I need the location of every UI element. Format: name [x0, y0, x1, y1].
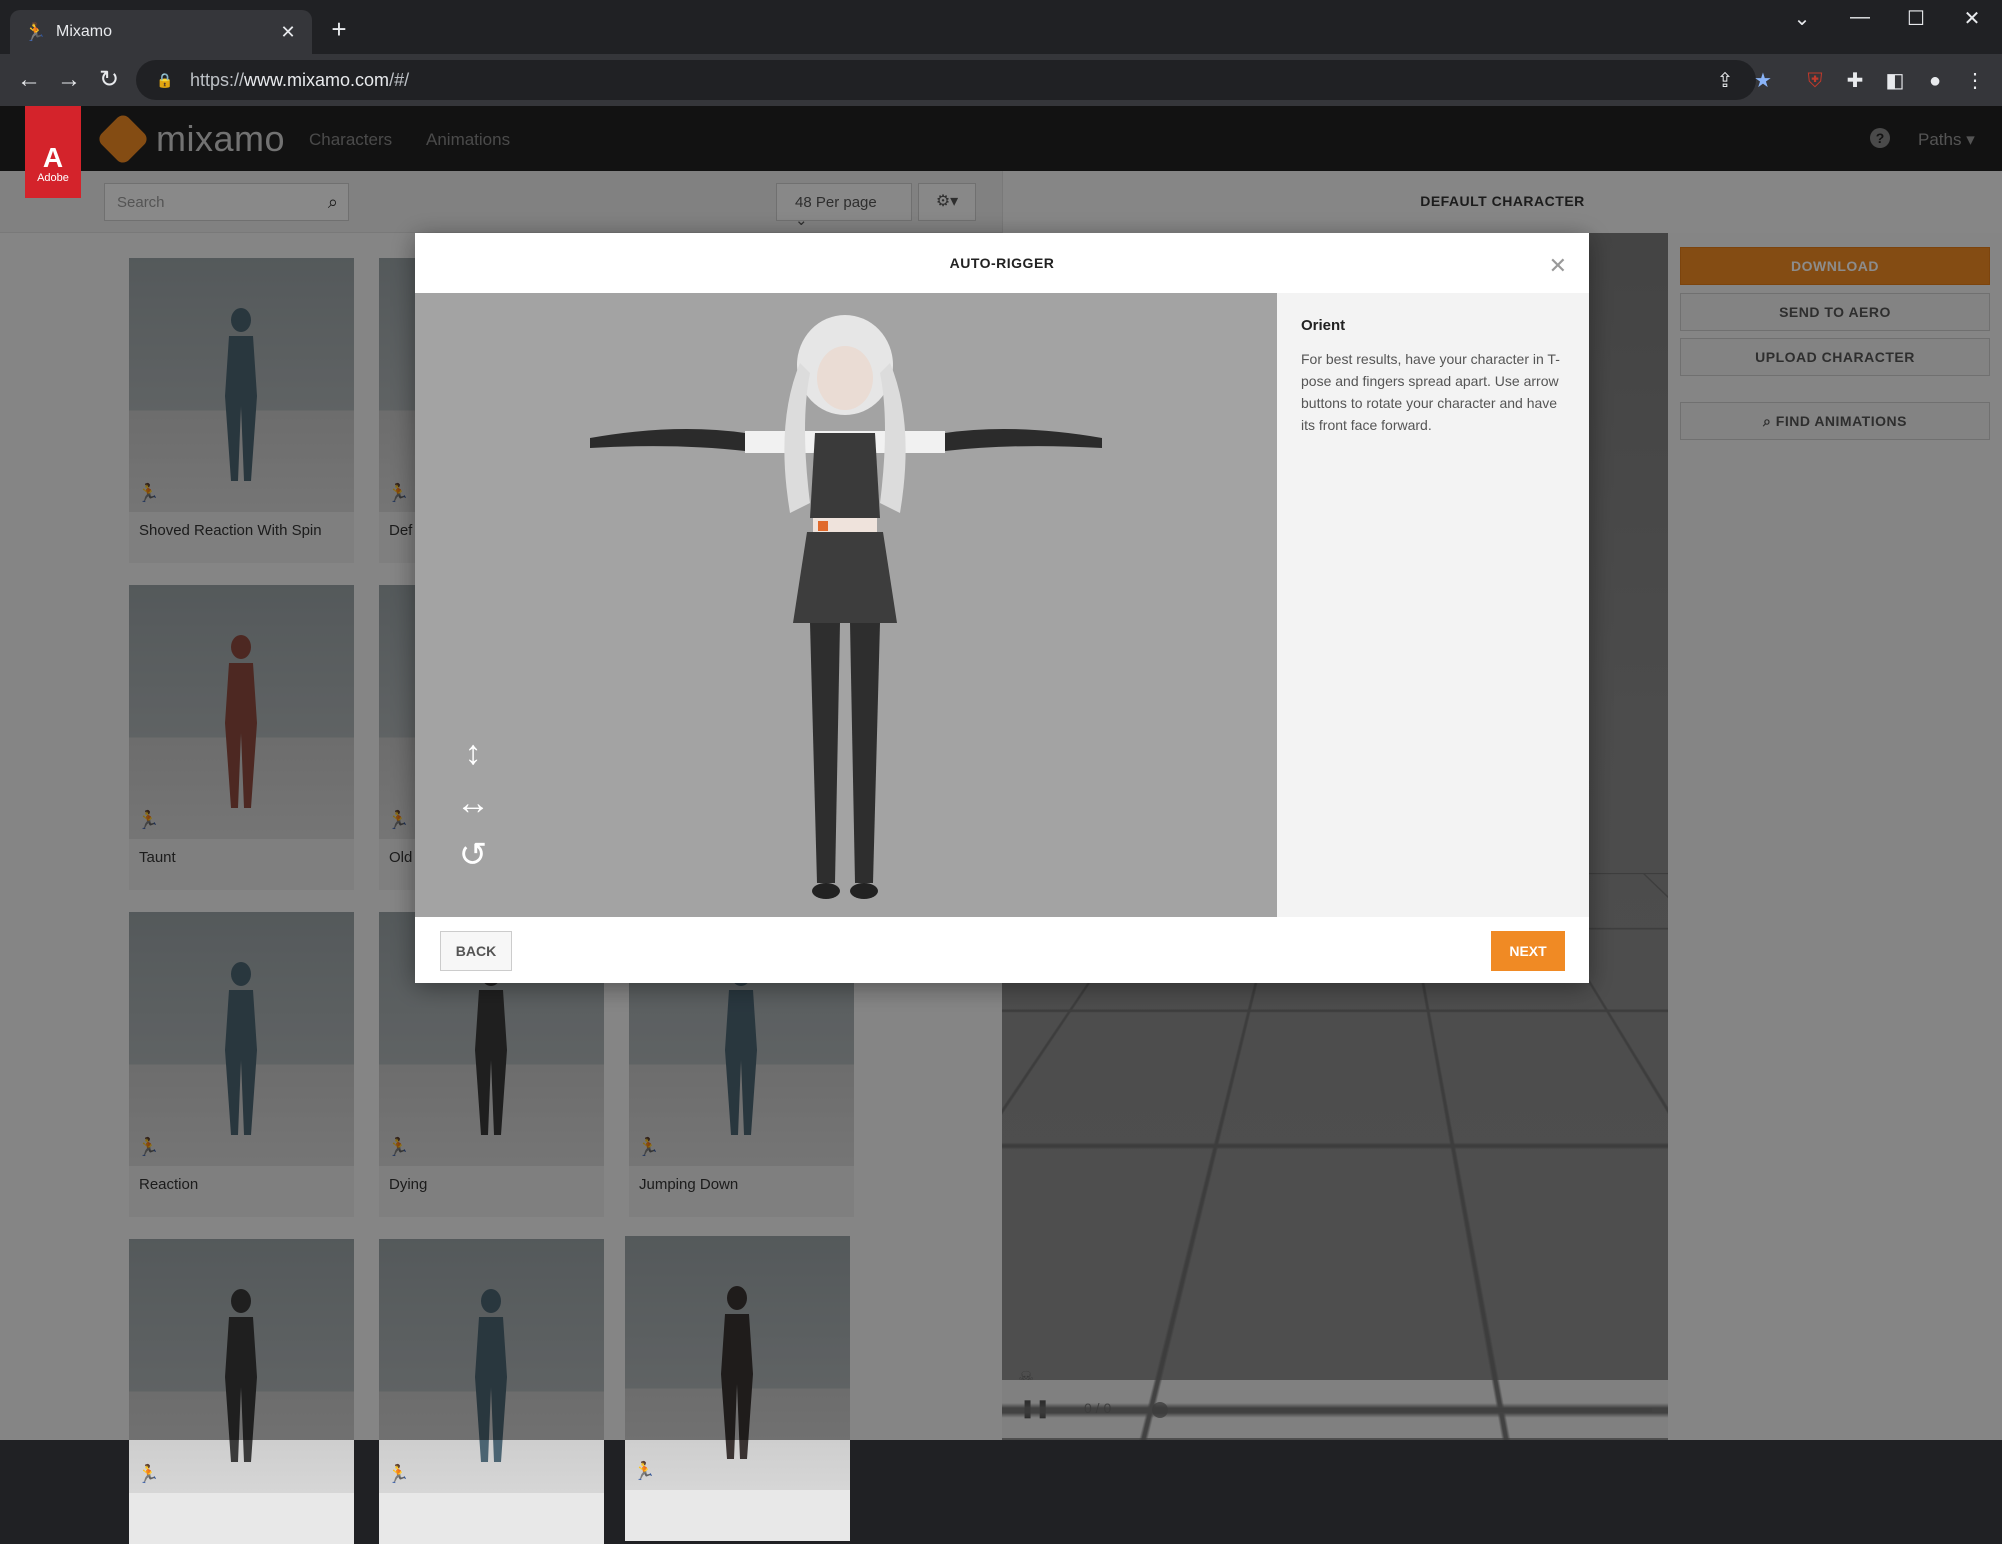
close-window-icon[interactable]: ✕ — [1952, 6, 1992, 31]
face — [817, 346, 873, 410]
minimize-icon[interactable]: — — [1840, 6, 1880, 29]
animation-type-icon: 🏃 — [633, 1461, 656, 1481]
adobe-logo-icon: A — [42, 142, 64, 173]
right-leg — [850, 623, 880, 883]
menu-icon[interactable]: ⋮ — [1960, 66, 1990, 96]
lock-icon: 🔒 — [156, 71, 174, 88]
adobe-badge[interactable]: A Adobe — [25, 106, 81, 198]
right-arm — [945, 429, 1102, 451]
browser-toolbar: ← → ↻ 🔒 https://www.mixamo.com/#/ ⇪ ★ ⛨ … — [0, 54, 2002, 106]
next-button[interactable]: NEXT — [1491, 931, 1565, 971]
back-arrow-icon[interactable]: ← — [14, 66, 44, 96]
modal-title: AUTO-RIGGER — [949, 255, 1055, 271]
instructions-heading: Orient — [1301, 317, 1346, 334]
instructions-panel: Orient For best results, have your chara… — [1277, 293, 1589, 917]
mixamo-favicon-icon: 🏃 — [24, 22, 47, 42]
skirt — [793, 532, 897, 623]
url-host: www.mixamo.com — [244, 69, 390, 90]
browser-tab[interactable]: 🏃 Mixamo ✕ — [10, 10, 312, 54]
close-icon[interactable]: ✕ — [1549, 253, 1567, 279]
instructions-text: For best results, have your character in… — [1301, 351, 1560, 433]
close-tab-icon[interactable]: ✕ — [278, 22, 298, 43]
rig-preview-stage[interactable]: ↕ ↔ ↺ — [415, 293, 1277, 917]
top — [810, 433, 880, 518]
new-tab-icon[interactable]: + — [326, 14, 352, 45]
left-boot — [812, 883, 840, 899]
extensions-icon[interactable]: ✚ — [1840, 66, 1870, 96]
url-path: /#/ — [389, 69, 410, 90]
share-icon[interactable]: ⇪ — [1710, 66, 1740, 96]
ublock-icon[interactable]: ⛨ — [1800, 66, 1830, 96]
vertical-move-icon[interactable]: ↕ — [453, 733, 493, 773]
browser-tab-bar: 🏃 Mixamo ✕ + ⌄ — ☐ ✕ — [0, 0, 2002, 54]
auto-rigger-modal: AUTO-RIGGER ✕ ↕ ↔ ↺ Orient For best resu… — [415, 233, 1589, 983]
horizontal-move-icon[interactable]: ↔ — [453, 783, 493, 823]
bookmark-star-icon[interactable]: ★ — [1748, 66, 1778, 96]
profile-icon[interactable]: ● — [1920, 66, 1950, 96]
adobe-label: Adobe — [37, 172, 69, 184]
orange-tag — [818, 521, 828, 531]
tab-search-icon[interactable]: ⌄ — [1782, 6, 1822, 31]
animation-type-icon: 🏃 — [387, 1464, 410, 1484]
character-preview — [590, 315, 1102, 899]
tab-title: Mixamo — [56, 23, 113, 40]
forward-arrow-icon[interactable]: → — [54, 66, 84, 96]
right-boot — [850, 883, 878, 899]
address-bar[interactable]: 🔒 https://www.mixamo.com/#/ — [136, 60, 1756, 100]
reload-icon[interactable]: ↻ — [94, 66, 124, 96]
left-leg — [810, 623, 840, 883]
rotate-icon[interactable]: ↺ — [453, 835, 493, 875]
animation-type-icon: 🏃 — [137, 1464, 160, 1484]
url-scheme: https:// — [190, 69, 245, 90]
left-arm — [590, 429, 745, 451]
maximize-icon[interactable]: ☐ — [1896, 6, 1936, 31]
side-panel-icon[interactable]: ◧ — [1880, 66, 1910, 96]
back-button[interactable]: BACK — [440, 931, 512, 971]
